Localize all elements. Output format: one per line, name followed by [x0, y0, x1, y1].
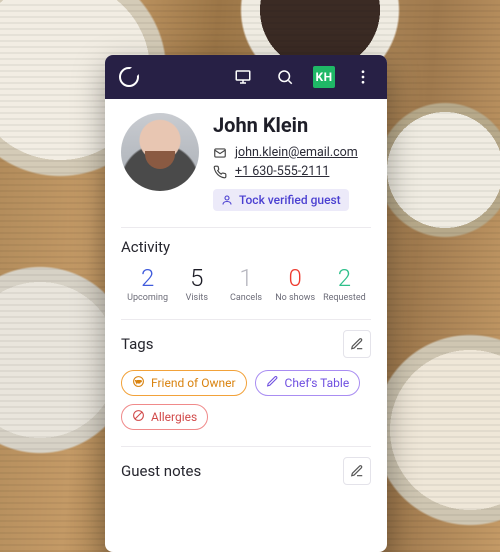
tag-chip[interactable]: Chef's Table — [255, 370, 361, 396]
verified-badge: Tock verified guest — [213, 189, 349, 211]
edit-notes-button[interactable] — [343, 457, 371, 485]
stat-label: Upcoming — [123, 293, 172, 303]
phone-icon — [213, 165, 227, 179]
activity-stat[interactable]: 5 Visits — [172, 266, 221, 303]
app-logo-button[interactable] — [115, 63, 143, 91]
stat-value: 1 — [221, 266, 270, 290]
stat-label: Cancels — [221, 293, 270, 303]
verified-label: Tock verified guest — [239, 193, 341, 207]
tags-title: Tags — [121, 335, 153, 353]
stat-value: 2 — [123, 266, 172, 290]
tag-chip[interactable]: Allergies — [121, 404, 208, 430]
tag-label: Friend of Owner — [151, 376, 236, 390]
activity-stat[interactable]: 1 Cancels — [221, 266, 270, 303]
tag-label: Chef's Table — [285, 376, 350, 390]
pencil-icon — [350, 464, 364, 478]
activity-stat[interactable]: 2 Requested — [320, 266, 369, 303]
activity-stat[interactable]: 2 Upcoming — [123, 266, 172, 303]
kebab-icon — [354, 68, 372, 86]
email-link[interactable]: john.klein@email.com — [235, 145, 358, 160]
guest-name: John Klein — [213, 113, 371, 137]
no-icon — [132, 409, 145, 425]
module-badge[interactable]: KH — [313, 66, 335, 88]
pencil-icon — [266, 375, 279, 391]
search-button[interactable] — [271, 63, 299, 91]
divider — [121, 319, 371, 320]
stat-label: Visits — [172, 293, 221, 303]
stat-value: 5 — [172, 266, 221, 290]
overflow-menu-button[interactable] — [349, 63, 377, 91]
tock-logo-icon — [119, 67, 139, 87]
guest-profile-card: KH John Klein john.klein@email.com +1 63… — [105, 55, 387, 552]
guest-notes-title: Guest notes — [121, 462, 201, 480]
email-row: john.klein@email.com — [213, 145, 371, 160]
activity-title: Activity — [121, 238, 170, 256]
pencil-icon — [350, 337, 364, 351]
search-icon — [276, 68, 294, 86]
svg-text:VIP: VIP — [135, 380, 142, 384]
display-mode-button[interactable] — [229, 63, 257, 91]
person-icon — [221, 194, 233, 206]
stat-value: 0 — [271, 266, 320, 290]
app-topbar: KH — [105, 55, 387, 99]
activity-stat[interactable]: 0 No shows — [271, 266, 320, 303]
profile-header: John Klein john.klein@email.com +1 630-5… — [121, 113, 371, 211]
vip-icon: VIP — [132, 375, 145, 391]
edit-tags-button[interactable] — [343, 330, 371, 358]
phone-row: +1 630-555-2111 — [213, 164, 371, 179]
divider — [121, 227, 371, 228]
mail-icon — [213, 146, 227, 160]
tags-list: VIP Friend of Owner Chef's Table Allergies — [121, 370, 371, 430]
avatar[interactable] — [121, 113, 199, 191]
stat-label: Requested — [320, 293, 369, 303]
activity-stats: 2Upcoming5Visits1Cancels0No shows2Reques… — [121, 266, 371, 303]
display-icon — [234, 68, 252, 86]
phone-link[interactable]: +1 630-555-2111 — [235, 164, 329, 179]
stat-label: No shows — [271, 293, 320, 303]
stat-value: 2 — [320, 266, 369, 290]
tag-chip[interactable]: VIP Friend of Owner — [121, 370, 247, 396]
tag-label: Allergies — [151, 410, 197, 424]
divider — [121, 446, 371, 447]
